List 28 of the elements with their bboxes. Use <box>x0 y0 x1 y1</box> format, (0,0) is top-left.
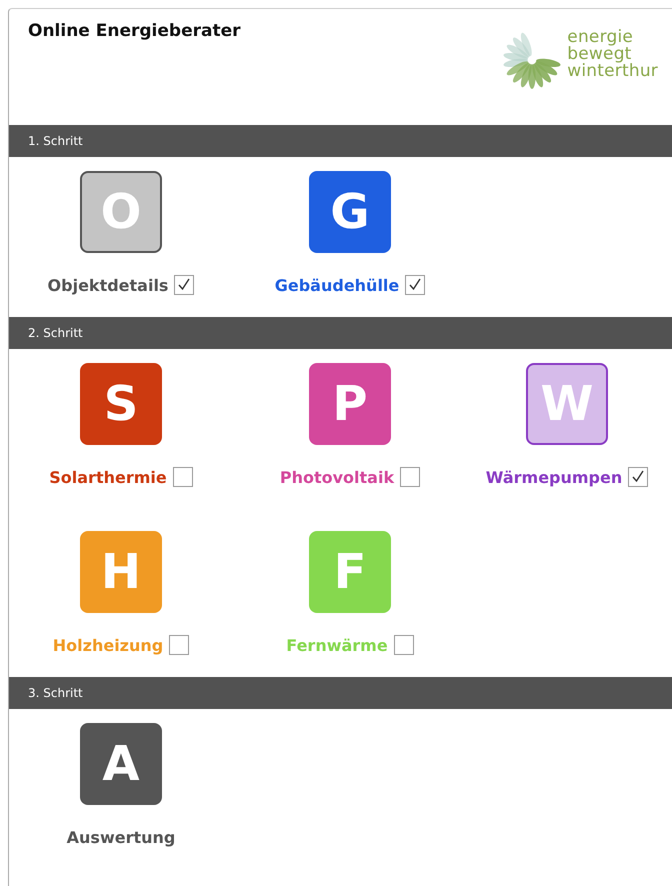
app-title: Online Energieberater <box>28 21 241 43</box>
module-label: Solarthermie <box>49 468 167 486</box>
logo-text: energie bewegt winterthur <box>567 29 658 80</box>
module-label: Holzheizung <box>52 636 164 654</box>
checkmark-icon <box>630 469 646 485</box>
module-label: Gebäudehülle <box>274 276 400 294</box>
module-tile[interactable]: S <box>80 363 162 445</box>
module-checkbox[interactable] <box>628 467 648 487</box>
step-header: 3. Schritt <box>9 677 672 709</box>
module-checkbox[interactable] <box>172 467 193 487</box>
module-label: Photovoltaik <box>280 468 394 486</box>
checkmark-icon <box>407 277 424 293</box>
module-tile[interactable]: P <box>309 363 391 445</box>
module-checkbox[interactable] <box>174 275 194 295</box>
module-tile[interactable]: H <box>80 531 162 613</box>
module-label: Auswertung <box>66 828 176 846</box>
module-tile[interactable]: G <box>309 171 391 253</box>
module-checkbox[interactable] <box>169 635 190 655</box>
module-checkbox[interactable] <box>405 275 426 295</box>
module-checkbox[interactable] <box>394 635 414 655</box>
module-label: Fernwärme <box>286 636 388 654</box>
module-label: Objektdetails <box>48 276 168 294</box>
step-header: 2. Schritt <box>9 317 672 349</box>
module-label: Wärmepumpen <box>486 468 622 486</box>
checkmark-icon <box>176 277 192 293</box>
module-checkbox[interactable] <box>400 467 420 487</box>
step-header: 1. Schritt <box>9 125 672 157</box>
module-tile[interactable]: A <box>80 723 162 805</box>
